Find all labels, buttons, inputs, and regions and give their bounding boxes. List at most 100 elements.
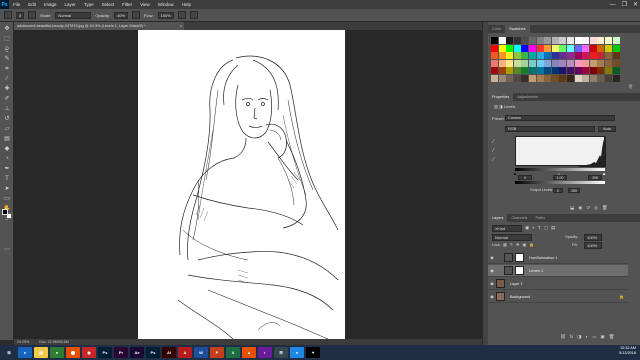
link-layers-icon[interactable]: ⛓ bbox=[560, 334, 566, 340]
lock-pixels-icon[interactable]: ✎ bbox=[510, 242, 513, 247]
color-swatch[interactable] bbox=[612, 59, 620, 67]
color-swatch[interactable] bbox=[612, 74, 620, 82]
color-swatch[interactable] bbox=[612, 52, 620, 60]
document-tab[interactable]: adolescent-beautiful-beauty-247876.jpg @… bbox=[14, 22, 184, 30]
auto-button[interactable]: Auto bbox=[598, 126, 616, 132]
marquee-tool-icon[interactable]: ⬚ bbox=[3, 36, 11, 43]
swatch-trash-icon[interactable]: 🗑 bbox=[628, 84, 636, 89]
layer-row[interactable]: ◉ Hue/Saturation 1 bbox=[488, 252, 628, 264]
quick-select-tool-icon[interactable]: ✎ bbox=[3, 56, 11, 63]
channel-select[interactable]: RGB bbox=[505, 126, 595, 132]
tab-color[interactable]: Color bbox=[488, 25, 505, 33]
color-swatch[interactable] bbox=[604, 44, 612, 52]
color-swatch[interactable] bbox=[559, 59, 567, 67]
color-swatch[interactable] bbox=[551, 52, 559, 60]
menu-image[interactable]: Image bbox=[40, 2, 61, 7]
taskbar-app-icon[interactable]: ● bbox=[290, 347, 304, 358]
taskbar-app-icon[interactable]: P bbox=[210, 347, 224, 358]
color-swatch[interactable] bbox=[491, 59, 498, 67]
taskbar-app-icon[interactable]: ☰ bbox=[274, 347, 288, 358]
menu-view[interactable]: View bbox=[136, 2, 154, 7]
add-mask-icon[interactable]: ◨ bbox=[577, 334, 581, 340]
color-swatch[interactable] bbox=[536, 52, 544, 60]
color-swatch[interactable] bbox=[498, 59, 506, 67]
input-gamma-value[interactable]: 1.00 bbox=[553, 175, 567, 180]
color-swatch[interactable] bbox=[491, 67, 498, 75]
new-group-icon[interactable]: ▭ bbox=[592, 334, 596, 340]
color-swatch[interactable] bbox=[589, 52, 597, 60]
color-swatch[interactable] bbox=[551, 59, 559, 67]
color-swatch[interactable] bbox=[528, 67, 536, 75]
filter-pixel-icon[interactable]: ▣ bbox=[525, 225, 529, 231]
document-close-icon[interactable]: × bbox=[180, 23, 182, 28]
layer-row-selected[interactable]: ◉ Levels 1 bbox=[488, 265, 628, 277]
color-swatch[interactable] bbox=[574, 67, 582, 75]
color-swatch[interactable] bbox=[506, 59, 514, 67]
view-previous-icon[interactable]: ◉ bbox=[578, 205, 582, 211]
taskbar-app-icon[interactable]: A bbox=[178, 347, 192, 358]
color-swatch[interactable] bbox=[491, 74, 498, 82]
brush-tool-icon[interactable] bbox=[4, 11, 12, 19]
menu-window[interactable]: Window bbox=[154, 2, 178, 7]
color-swatch[interactable] bbox=[574, 37, 582, 44]
color-swatch[interactable] bbox=[574, 74, 582, 82]
color-swatch[interactable] bbox=[491, 52, 498, 60]
menu-select[interactable]: Select bbox=[98, 2, 119, 7]
color-swatch[interactable] bbox=[574, 52, 582, 60]
flow-input[interactable]: 100% bbox=[157, 11, 174, 19]
brush-size-picker[interactable]: 3 bbox=[16, 11, 25, 19]
color-swatch[interactable] bbox=[551, 37, 559, 44]
color-swatch[interactable] bbox=[597, 74, 605, 82]
input-black-slider[interactable]: ▲ bbox=[513, 171, 517, 176]
dodge-tool-icon[interactable]: ◔ bbox=[3, 156, 11, 163]
layer-row[interactable]: ◉ Background 🔒 bbox=[488, 291, 628, 303]
start-button[interactable]: ⊞ bbox=[2, 347, 16, 358]
input-white-slider[interactable]: ▲ bbox=[602, 171, 606, 176]
lock-all-icon[interactable]: 🔒 bbox=[529, 242, 534, 247]
mask-thumb[interactable] bbox=[515, 253, 524, 262]
taskbar-app-icon[interactable]: ◉ bbox=[82, 347, 96, 358]
color-swatch[interactable] bbox=[566, 52, 574, 60]
color-swatch[interactable] bbox=[513, 67, 521, 75]
color-swatch[interactable] bbox=[559, 52, 567, 60]
color-swatch[interactable] bbox=[513, 59, 521, 67]
healing-tool-icon[interactable]: ✚ bbox=[3, 86, 11, 93]
color-swatch[interactable] bbox=[544, 74, 552, 82]
gray-point-eyedropper-icon[interactable]: ⁄ bbox=[493, 147, 494, 156]
color-swatch[interactable] bbox=[544, 59, 552, 67]
color-swatch[interactable] bbox=[582, 74, 590, 82]
color-swatch[interactable] bbox=[528, 74, 536, 82]
tab-adjustments[interactable]: Adjustments bbox=[513, 93, 542, 101]
lasso-tool-icon[interactable]: ϱ bbox=[3, 46, 11, 53]
visibility-icon[interactable]: ◎ bbox=[594, 205, 598, 211]
move-tool-icon[interactable]: ✥ bbox=[3, 26, 11, 33]
color-swatch[interactable] bbox=[604, 59, 612, 67]
color-swatch[interactable] bbox=[536, 59, 544, 67]
tab-properties[interactable]: Properties bbox=[488, 93, 514, 101]
color-swatch[interactable] bbox=[566, 67, 574, 75]
taskbar-app-icon[interactable]: Ps bbox=[146, 347, 160, 358]
eye-icon[interactable]: ◉ bbox=[488, 281, 496, 286]
filter-smart-icon[interactable]: ▤ bbox=[551, 225, 555, 231]
white-point-eyedropper-icon[interactable]: ⁄ bbox=[493, 156, 494, 165]
output-white-value[interactable]: 255 bbox=[568, 188, 580, 193]
pen-tool-icon[interactable]: ✒ bbox=[3, 166, 11, 173]
maximize-button[interactable]: ❐ bbox=[622, 1, 627, 8]
menu-filter[interactable]: Filter bbox=[118, 2, 136, 7]
delete-adjustment-icon[interactable]: 🗑 bbox=[602, 205, 608, 211]
menu-edit[interactable]: Edit bbox=[24, 2, 40, 7]
layer-name[interactable]: Background bbox=[510, 295, 530, 299]
color-swatch[interactable] bbox=[597, 59, 605, 67]
menu-file[interactable]: File bbox=[9, 2, 24, 7]
color-swatch[interactable] bbox=[597, 52, 605, 60]
taskbar-app-icon[interactable]: e bbox=[18, 347, 32, 358]
opacity-input[interactable]: 40% bbox=[114, 11, 129, 19]
eye-icon[interactable]: ◉ bbox=[488, 268, 496, 273]
color-swatch[interactable] bbox=[506, 44, 514, 52]
color-swatch[interactable] bbox=[536, 44, 544, 52]
fill-input[interactable]: 100% bbox=[584, 242, 602, 249]
color-swatch[interactable] bbox=[566, 44, 574, 52]
color-swatch[interactable] bbox=[582, 37, 590, 44]
color-swatch[interactable] bbox=[582, 52, 590, 60]
color-swatch[interactable] bbox=[612, 37, 620, 44]
